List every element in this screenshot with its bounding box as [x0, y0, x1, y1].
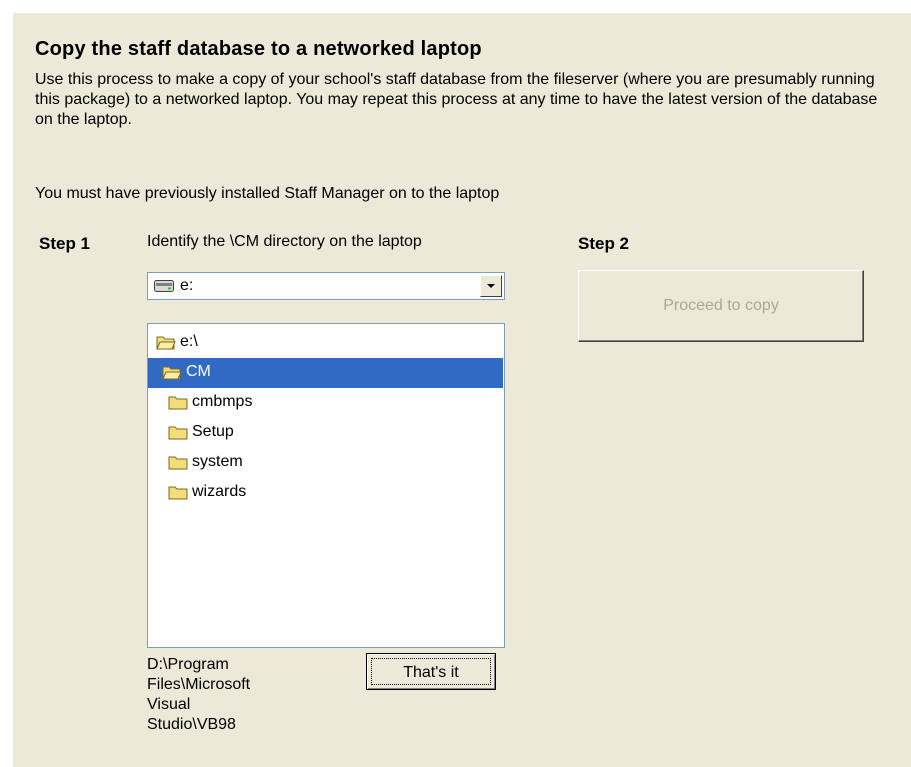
folder-icon — [168, 396, 188, 410]
open-folder-icon — [162, 366, 182, 380]
directory-item-wizards[interactable]: wizards — [148, 478, 503, 508]
drive-select[interactable]: e: — [147, 272, 505, 300]
directory-name: cmbmps — [192, 393, 253, 410]
directory-name: system — [192, 453, 243, 470]
directory-name: Setup — [192, 423, 234, 440]
chevron-down-icon[interactable] — [480, 275, 502, 297]
step2-label: Step 2 — [578, 234, 630, 253]
directory-list[interactable]: e:\ CM cmbmps Setup system wizards — [147, 323, 505, 648]
drive-icon — [154, 280, 174, 292]
thats-it-button[interactable]: That's it — [366, 653, 496, 690]
folder-icon — [168, 456, 188, 470]
step1-description: Identify the \CM directory on the laptop — [147, 233, 422, 250]
directory-item-cmbmps[interactable]: cmbmps — [148, 388, 503, 418]
directory-item-setup[interactable]: Setup — [148, 418, 503, 448]
directory-name: CM — [186, 363, 211, 380]
page-title: Copy the staff database to a networked l… — [35, 38, 482, 60]
proceed-to-copy-button[interactable]: Proceed to copy — [578, 270, 864, 342]
open-folder-icon — [156, 336, 176, 350]
thats-it-label: That's it — [403, 663, 459, 681]
current-path-label: D:\Program Files\Microsoft Visual Studio… — [147, 656, 251, 733]
directory-item-root[interactable]: e:\ — [148, 328, 503, 358]
directory-item-cm[interactable]: CM — [148, 358, 503, 388]
directory-name: wizards — [192, 483, 247, 500]
folder-icon — [168, 426, 188, 440]
directory-name: e:\ — [180, 333, 198, 350]
prerequisite-text: You must have previously installed Staff… — [35, 185, 500, 202]
directory-item-system[interactable]: system — [148, 448, 503, 478]
drive-value: e: — [180, 277, 194, 294]
folder-icon — [168, 486, 188, 500]
step1-label: Step 1 — [39, 234, 91, 253]
intro-text: Use this process to make a copy of your … — [35, 71, 878, 128]
dialog-panel: Copy the staff database to a networked l… — [13, 13, 911, 767]
